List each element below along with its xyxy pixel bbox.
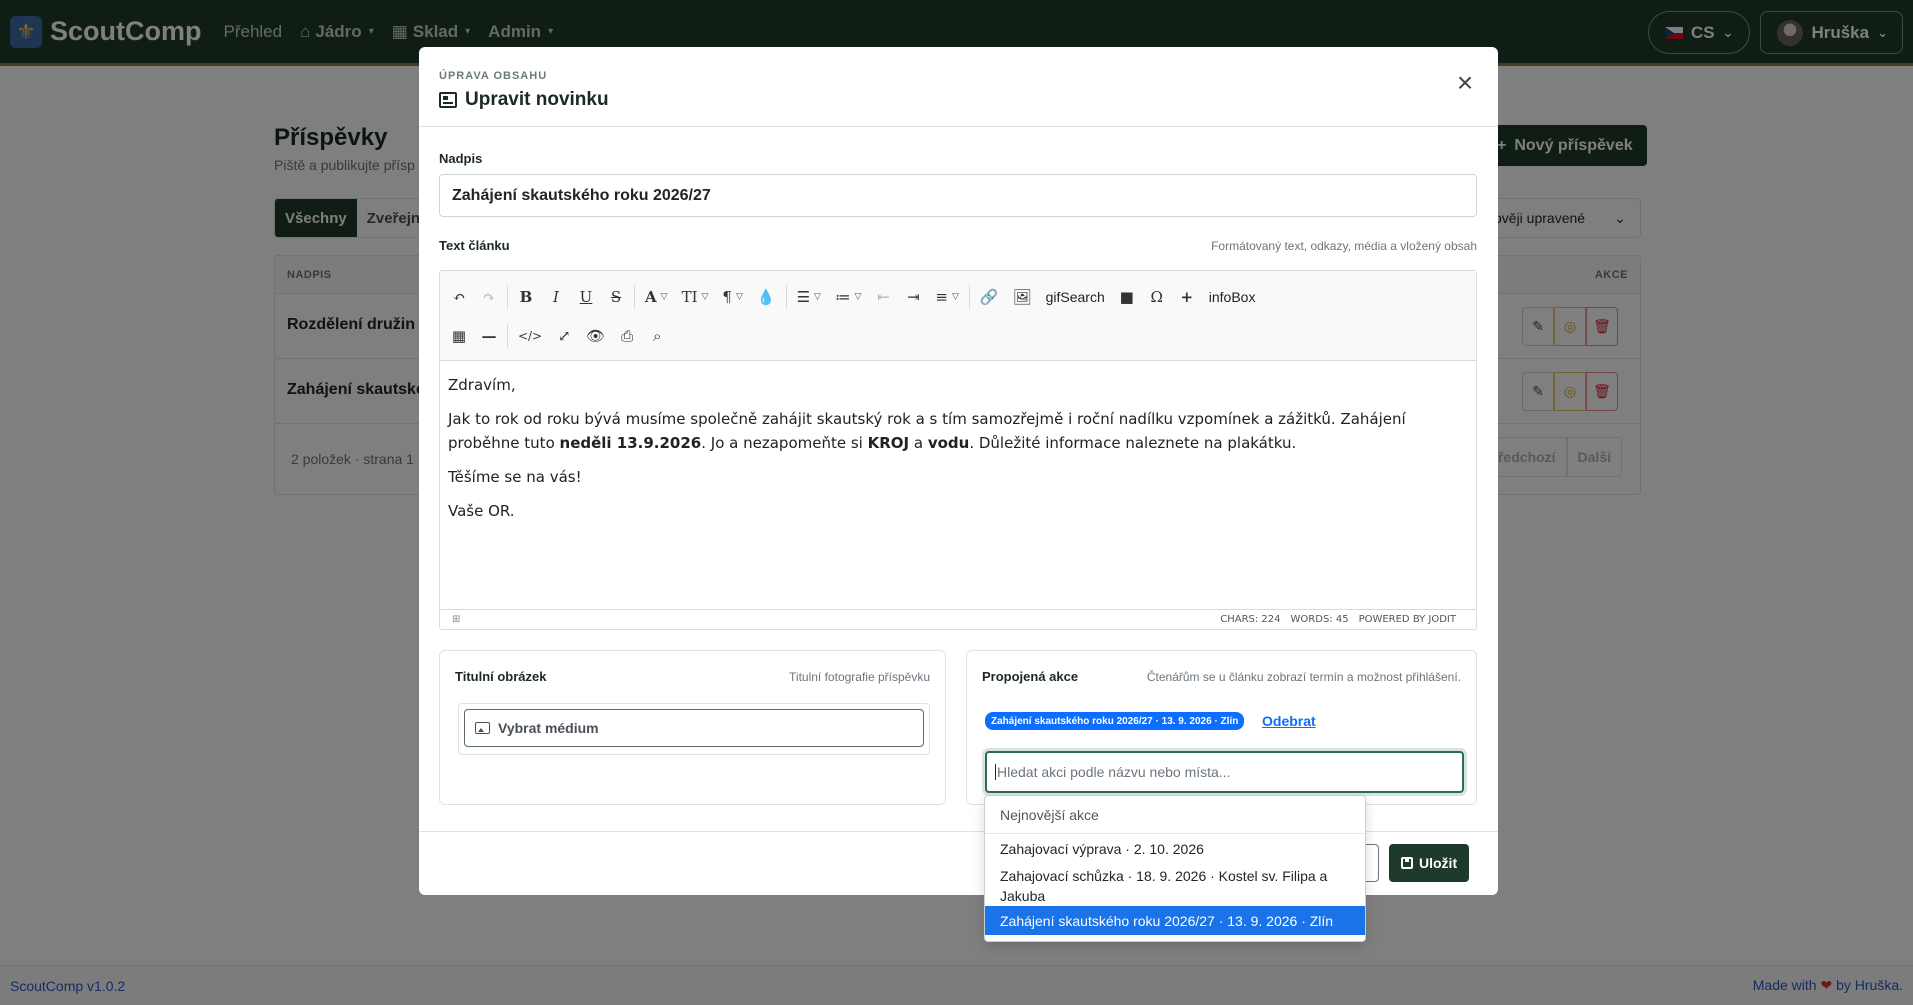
powered-by: POWERED BY JODIT: [1358, 614, 1456, 625]
horizontal-line-icon[interactable]: —: [474, 321, 504, 351]
event-label: Propojená akce: [982, 669, 1079, 684]
video-icon[interactable]: ■: [1112, 282, 1142, 312]
preview-eye-icon[interactable]: 👁: [579, 321, 612, 351]
remove-event-link[interactable]: Odebrat: [1262, 713, 1316, 729]
image-icon[interactable]: 🖼: [1006, 282, 1039, 312]
modal-header: ÚPRAVA OBSAHU Upravit novinku ×: [419, 47, 1498, 127]
modal-kicker: ÚPRAVA OBSAHU: [439, 70, 548, 82]
title-label: Nadpis: [439, 151, 483, 166]
images-icon: [475, 722, 490, 734]
edit-news-modal: ÚPRAVA OBSAHU Upravit novinku × Nadpis Z…: [419, 47, 1498, 895]
select-media-button[interactable]: Vybrat médium: [464, 709, 924, 747]
text-run-bold: neděli 13.9.2026: [559, 434, 702, 452]
editor-paragraph: Zdravím,: [448, 376, 516, 394]
gif-search-button[interactable]: gifSearch: [1039, 282, 1112, 312]
text-color-icon[interactable]: 💧: [750, 282, 783, 312]
omega-symbol-icon[interactable]: Ω: [1142, 282, 1172, 312]
floppy-disk-icon: [1401, 857, 1413, 869]
list-item[interactable]: Zahajovací výprava · 2. 10. 2026: [985, 834, 1365, 863]
list-item[interactable]: Zahajovací schůzka · 18. 9. 2026 · Koste…: [985, 863, 1365, 906]
text-label: Text článku: [439, 238, 510, 253]
italic-icon[interactable]: I: [541, 282, 571, 312]
text-run-bold: vodu: [927, 434, 970, 452]
rich-text-editor: ↶ ↷ B I U S A ▽ TI ▽ ¶ ▽ 💧 ☰ ▽ ≔ ▽ ⇤ ⇥ ≡ ▽ 🔗: [439, 270, 1477, 630]
event-hint: Čtenářům se u článku zobrazí termín a mo…: [1146, 670, 1461, 684]
info-box-button[interactable]: infoBox: [1202, 282, 1263, 312]
link-icon[interactable]: 🔗: [973, 282, 1006, 312]
print-icon[interactable]: ⎙: [612, 321, 642, 351]
save-label: Uložit: [1419, 855, 1458, 871]
modal-title-text: Upravit novinku: [465, 89, 609, 110]
save-button[interactable]: Uložit: [1389, 844, 1470, 882]
strikethrough-icon[interactable]: S: [601, 282, 631, 312]
editor-statusbar: ⊞ CHARS: 224 WORDS: 45 POWERED BY JODIT: [440, 609, 1476, 629]
outdent-icon[interactable]: ⇤: [868, 282, 898, 312]
text-run-bold: KROJ: [867, 434, 910, 452]
indent-icon[interactable]: ⇥: [898, 282, 928, 312]
source-code-icon[interactable]: </>: [511, 321, 549, 351]
list-item-selected[interactable]: Zahájení skautského roku 2026/27 · 13. 9…: [985, 906, 1365, 935]
cover-image-card: Titulní obrázek Titulní fotografie přísp…: [439, 650, 946, 805]
search-placeholder: Hledat akci podle názvu nebo místa...: [997, 764, 1231, 780]
editor-paragraph: Vaše OR.: [448, 502, 515, 520]
text-run: a: [909, 434, 928, 452]
undo-icon[interactable]: ↶: [444, 282, 474, 312]
select-media-label: Vybrat médium: [498, 720, 599, 736]
event-search-input[interactable]: Hledat akci podle názvu nebo místa...: [985, 751, 1464, 793]
table-icon[interactable]: ▦: [444, 321, 474, 351]
font-size-icon[interactable]: TI ▽: [675, 282, 716, 312]
modal-title: Upravit novinku: [439, 89, 609, 111]
fullscreen-icon[interactable]: ⤢: [549, 321, 579, 351]
grip-icon: ⊞: [452, 614, 461, 625]
cover-label: Titulní obrázek: [455, 669, 547, 684]
numbered-list-icon[interactable]: ≔ ▽: [828, 282, 868, 312]
editor-toolbar: ↶ ↷ B I U S A ▽ TI ▽ ¶ ▽ 💧 ☰ ▽ ≔ ▽ ⇤ ⇥ ≡ ▽ 🔗: [440, 271, 1476, 361]
redo-icon[interactable]: ↷: [474, 282, 504, 312]
newspaper-icon: [439, 92, 457, 108]
bold-icon[interactable]: B: [511, 282, 541, 312]
dropdown-header: Nejnovější akce: [985, 796, 1365, 834]
text-run: . Důležité informace naleznete na plakát…: [969, 434, 1297, 452]
paragraph-icon[interactable]: ¶ ▽: [715, 282, 749, 312]
title-input[interactable]: Zahájení skautského roku 2026/27: [439, 174, 1477, 217]
editor-content[interactable]: Zdravím, Jak to rok od roku bývá musíme …: [440, 361, 1476, 609]
align-icon[interactable]: ≡ ▽: [928, 282, 966, 312]
linked-event-badge: Zahájení skautského roku 2026/27 · 13. 9…: [985, 712, 1245, 730]
cover-hint: Titulní fotografie příspěvku: [789, 670, 930, 684]
plus-icon[interactable]: +: [1172, 282, 1202, 312]
text-run: . Jo a nezapomeňte si: [701, 434, 868, 452]
word-count: WORDS: 45: [1290, 614, 1349, 625]
close-icon[interactable]: ×: [1454, 69, 1476, 97]
editor-paragraph: Těšíme se na vás!: [448, 468, 582, 486]
font-family-icon[interactable]: A ▽: [638, 282, 675, 312]
editor-paragraph: Jak to rok od roku bývá musíme společně …: [448, 407, 1468, 455]
text-cursor: [995, 764, 996, 780]
text-hint: Formátovaný text, odkazy, média a vložen…: [1211, 239, 1477, 253]
find-icon[interactable]: ⌕: [642, 321, 672, 351]
bullet-list-icon[interactable]: ☰ ▽: [790, 282, 828, 312]
linked-event-card: Propojená akce Čtenářům se u článku zobr…: [966, 650, 1477, 805]
event-suggestions-dropdown: Nejnovější akce Zahajovací výprava · 2. …: [984, 795, 1366, 942]
underline-icon[interactable]: U: [571, 282, 601, 312]
char-count: CHARS: 224: [1220, 614, 1281, 625]
